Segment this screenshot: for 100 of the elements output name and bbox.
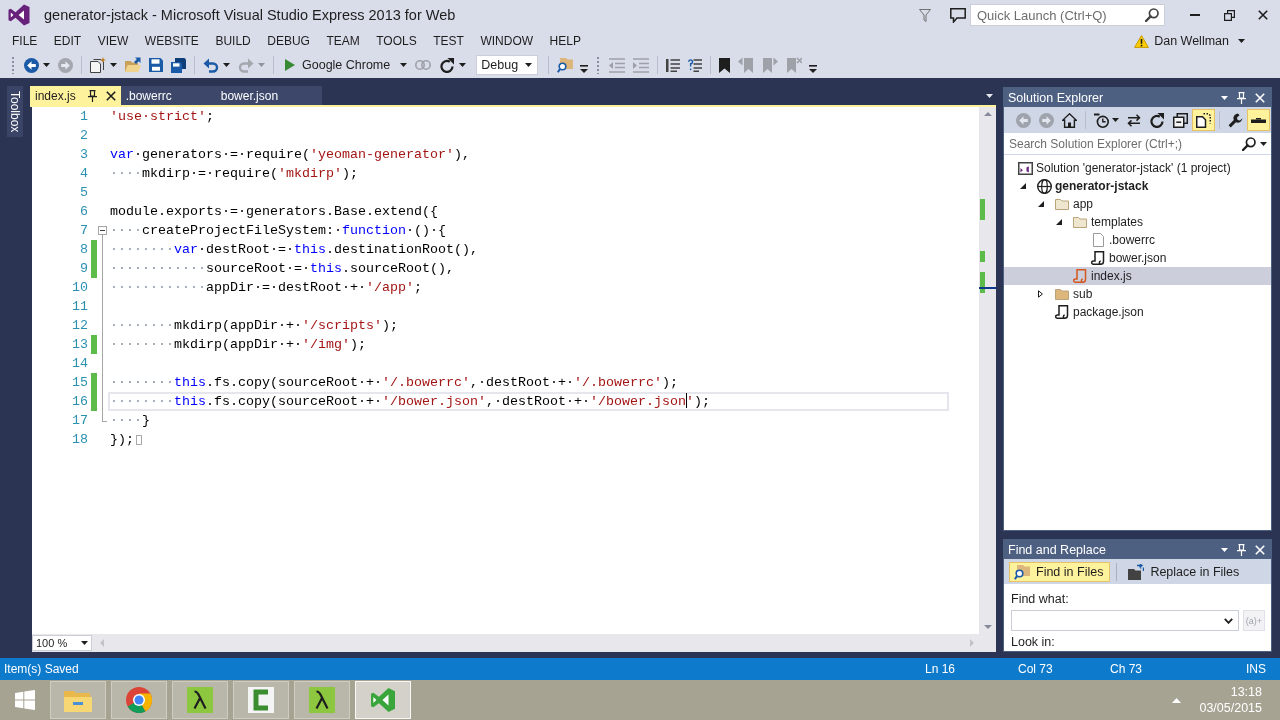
tree-item[interactable]: templates bbox=[1004, 213, 1271, 231]
toolbox-tab[interactable]: Toolbox bbox=[7, 86, 23, 138]
caret-icon[interactable] bbox=[986, 93, 993, 98]
folder-search-icon[interactable] bbox=[557, 57, 574, 73]
grip-icon[interactable] bbox=[11, 56, 15, 74]
close-icon[interactable] bbox=[105, 90, 116, 101]
wrench-icon[interactable] bbox=[1228, 112, 1243, 128]
caret-icon[interactable] bbox=[223, 63, 230, 67]
close-icon[interactable] bbox=[1258, 10, 1268, 20]
tree-item[interactable]: package.json bbox=[1004, 303, 1271, 321]
zoom-combo[interactable]: 100 % bbox=[32, 635, 92, 651]
script-file-icon bbox=[1055, 305, 1069, 319]
caret-icon[interactable] bbox=[110, 63, 117, 67]
speech-bubble-icon[interactable] bbox=[950, 7, 966, 23]
line-number: 12 bbox=[72, 317, 88, 335]
tree-item[interactable]: sub bbox=[1004, 285, 1271, 303]
overflow-icon[interactable] bbox=[580, 65, 589, 73]
undo-icon[interactable] bbox=[203, 57, 219, 73]
tree-item[interactable]: app bbox=[1004, 195, 1271, 213]
clock-icon[interactable] bbox=[1094, 112, 1109, 128]
document-tab[interactable]: .bowerrc bbox=[120, 86, 216, 105]
overflow-icon[interactable] bbox=[809, 65, 818, 73]
chevron-down-icon[interactable] bbox=[1224, 617, 1233, 624]
folder-search-icon bbox=[1014, 563, 1030, 580]
menu-item[interactable]: TEST bbox=[425, 31, 472, 51]
expanded-arrow-icon[interactable] bbox=[1056, 219, 1062, 225]
menu-item[interactable]: BUILD bbox=[207, 31, 259, 51]
taskbar-button[interactable] bbox=[294, 681, 350, 719]
line-number: 2 bbox=[80, 127, 88, 145]
toggle-button[interactable] bbox=[1247, 109, 1270, 131]
line-number: 10 bbox=[72, 279, 88, 297]
caret-icon[interactable] bbox=[1112, 118, 1119, 122]
menu-item[interactable]: HELP bbox=[541, 31, 589, 51]
expanded-arrow-icon[interactable] bbox=[1038, 201, 1044, 207]
tree-item[interactable]: bower.json bbox=[1004, 249, 1271, 267]
line-number: 4 bbox=[80, 165, 88, 183]
comment-lines-icon[interactable] bbox=[666, 58, 681, 72]
vertical-scrollbar[interactable] bbox=[979, 107, 996, 634]
refresh-icon[interactable] bbox=[439, 57, 456, 73]
menu-item[interactable]: TEAM bbox=[318, 31, 368, 51]
home-icon[interactable] bbox=[1062, 112, 1077, 128]
menu-item[interactable]: FILE bbox=[4, 31, 46, 51]
menu-item[interactable]: TOOLS bbox=[368, 31, 425, 51]
menu-item[interactable]: VIEW bbox=[89, 31, 137, 51]
panel-title: Find and Replace bbox=[1008, 542, 1107, 557]
find-what-field[interactable] bbox=[1011, 610, 1239, 631]
new-project-icon[interactable] bbox=[90, 57, 106, 73]
quick-launch-field[interactable]: Quick Launch (Ctrl+Q) bbox=[970, 4, 1165, 26]
floppy-disks-icon[interactable] bbox=[171, 57, 186, 73]
caret-icon[interactable] bbox=[1221, 95, 1228, 100]
mode-tab[interactable]: Find in Files bbox=[1009, 561, 1111, 582]
scroll-up-arrow-icon[interactable] bbox=[983, 112, 992, 116]
swap-arrows-icon[interactable] bbox=[1127, 113, 1141, 127]
tree-item[interactable]: index.js bbox=[1004, 267, 1271, 285]
horizontal-bar-icon[interactable] bbox=[1251, 117, 1266, 123]
configuration-combo[interactable]: Debug bbox=[476, 55, 539, 75]
taskbar-button[interactable] bbox=[233, 681, 289, 719]
menu-item[interactable]: WINDOW bbox=[472, 31, 542, 51]
collapse-box-icon[interactable] bbox=[98, 226, 107, 235]
document-tab[interactable]: index.js bbox=[30, 86, 121, 105]
tree-item[interactable]: Solution 'generator-jstack' (1 project) bbox=[1004, 159, 1271, 177]
folder-arrows-icon bbox=[1128, 563, 1145, 580]
tree-item[interactable]: generator-jstack bbox=[1004, 177, 1271, 195]
line-number: 18 bbox=[72, 431, 88, 449]
stacked-windows-icon[interactable] bbox=[1173, 112, 1188, 128]
line-number: 16 bbox=[72, 393, 88, 411]
folder-icon bbox=[1073, 216, 1087, 228]
insert-mode-indicator: INS bbox=[1246, 662, 1266, 676]
line-number: 14 bbox=[72, 355, 88, 373]
tree-item[interactable]: .bowerrc bbox=[1004, 231, 1271, 249]
caret-icon[interactable] bbox=[43, 63, 50, 67]
menu-item[interactable]: WEBSITE bbox=[136, 31, 207, 51]
refresh-icon[interactable] bbox=[1149, 112, 1165, 128]
uncomment-lines-icon[interactable] bbox=[688, 58, 703, 72]
caret-icon[interactable] bbox=[1221, 547, 1228, 552]
open-folder-icon[interactable] bbox=[125, 57, 141, 73]
collapsed-arrow-icon[interactable] bbox=[1038, 290, 1043, 298]
menu-item[interactable]: EDIT bbox=[45, 31, 90, 51]
expanded-arrow-icon[interactable] bbox=[1020, 183, 1026, 189]
back-arrow-icon[interactable] bbox=[24, 57, 39, 73]
funnel-icon[interactable] bbox=[919, 8, 931, 22]
pin-icon[interactable] bbox=[87, 89, 97, 102]
script-file-icon bbox=[1073, 269, 1087, 283]
mode-tab[interactable]: Replace in Files bbox=[1123, 561, 1247, 582]
bookmark-icon[interactable] bbox=[719, 57, 731, 73]
menu-item[interactable]: DEBUG bbox=[259, 31, 318, 51]
scroll-down-arrow-icon[interactable] bbox=[983, 625, 992, 629]
code-line: }); bbox=[110, 431, 134, 449]
line-number: 1 bbox=[80, 108, 88, 126]
document-tab[interactable]: bower.json bbox=[215, 86, 323, 105]
caret-icon[interactable] bbox=[459, 63, 467, 67]
account-button[interactable]: Dan Wellman bbox=[1134, 32, 1245, 50]
code-line: ············sourceRoot·=·this.sourceRoot(), bbox=[110, 260, 454, 278]
line-number: 3 bbox=[80, 146, 88, 164]
run-button[interactable]: Google Chrome bbox=[278, 54, 412, 76]
restore-icon[interactable] bbox=[1223, 9, 1235, 21]
end-marker-icon bbox=[136, 434, 142, 445]
globe-icon bbox=[1036, 178, 1052, 194]
file-icon bbox=[1092, 233, 1104, 247]
taskbar-button[interactable] bbox=[172, 681, 228, 719]
